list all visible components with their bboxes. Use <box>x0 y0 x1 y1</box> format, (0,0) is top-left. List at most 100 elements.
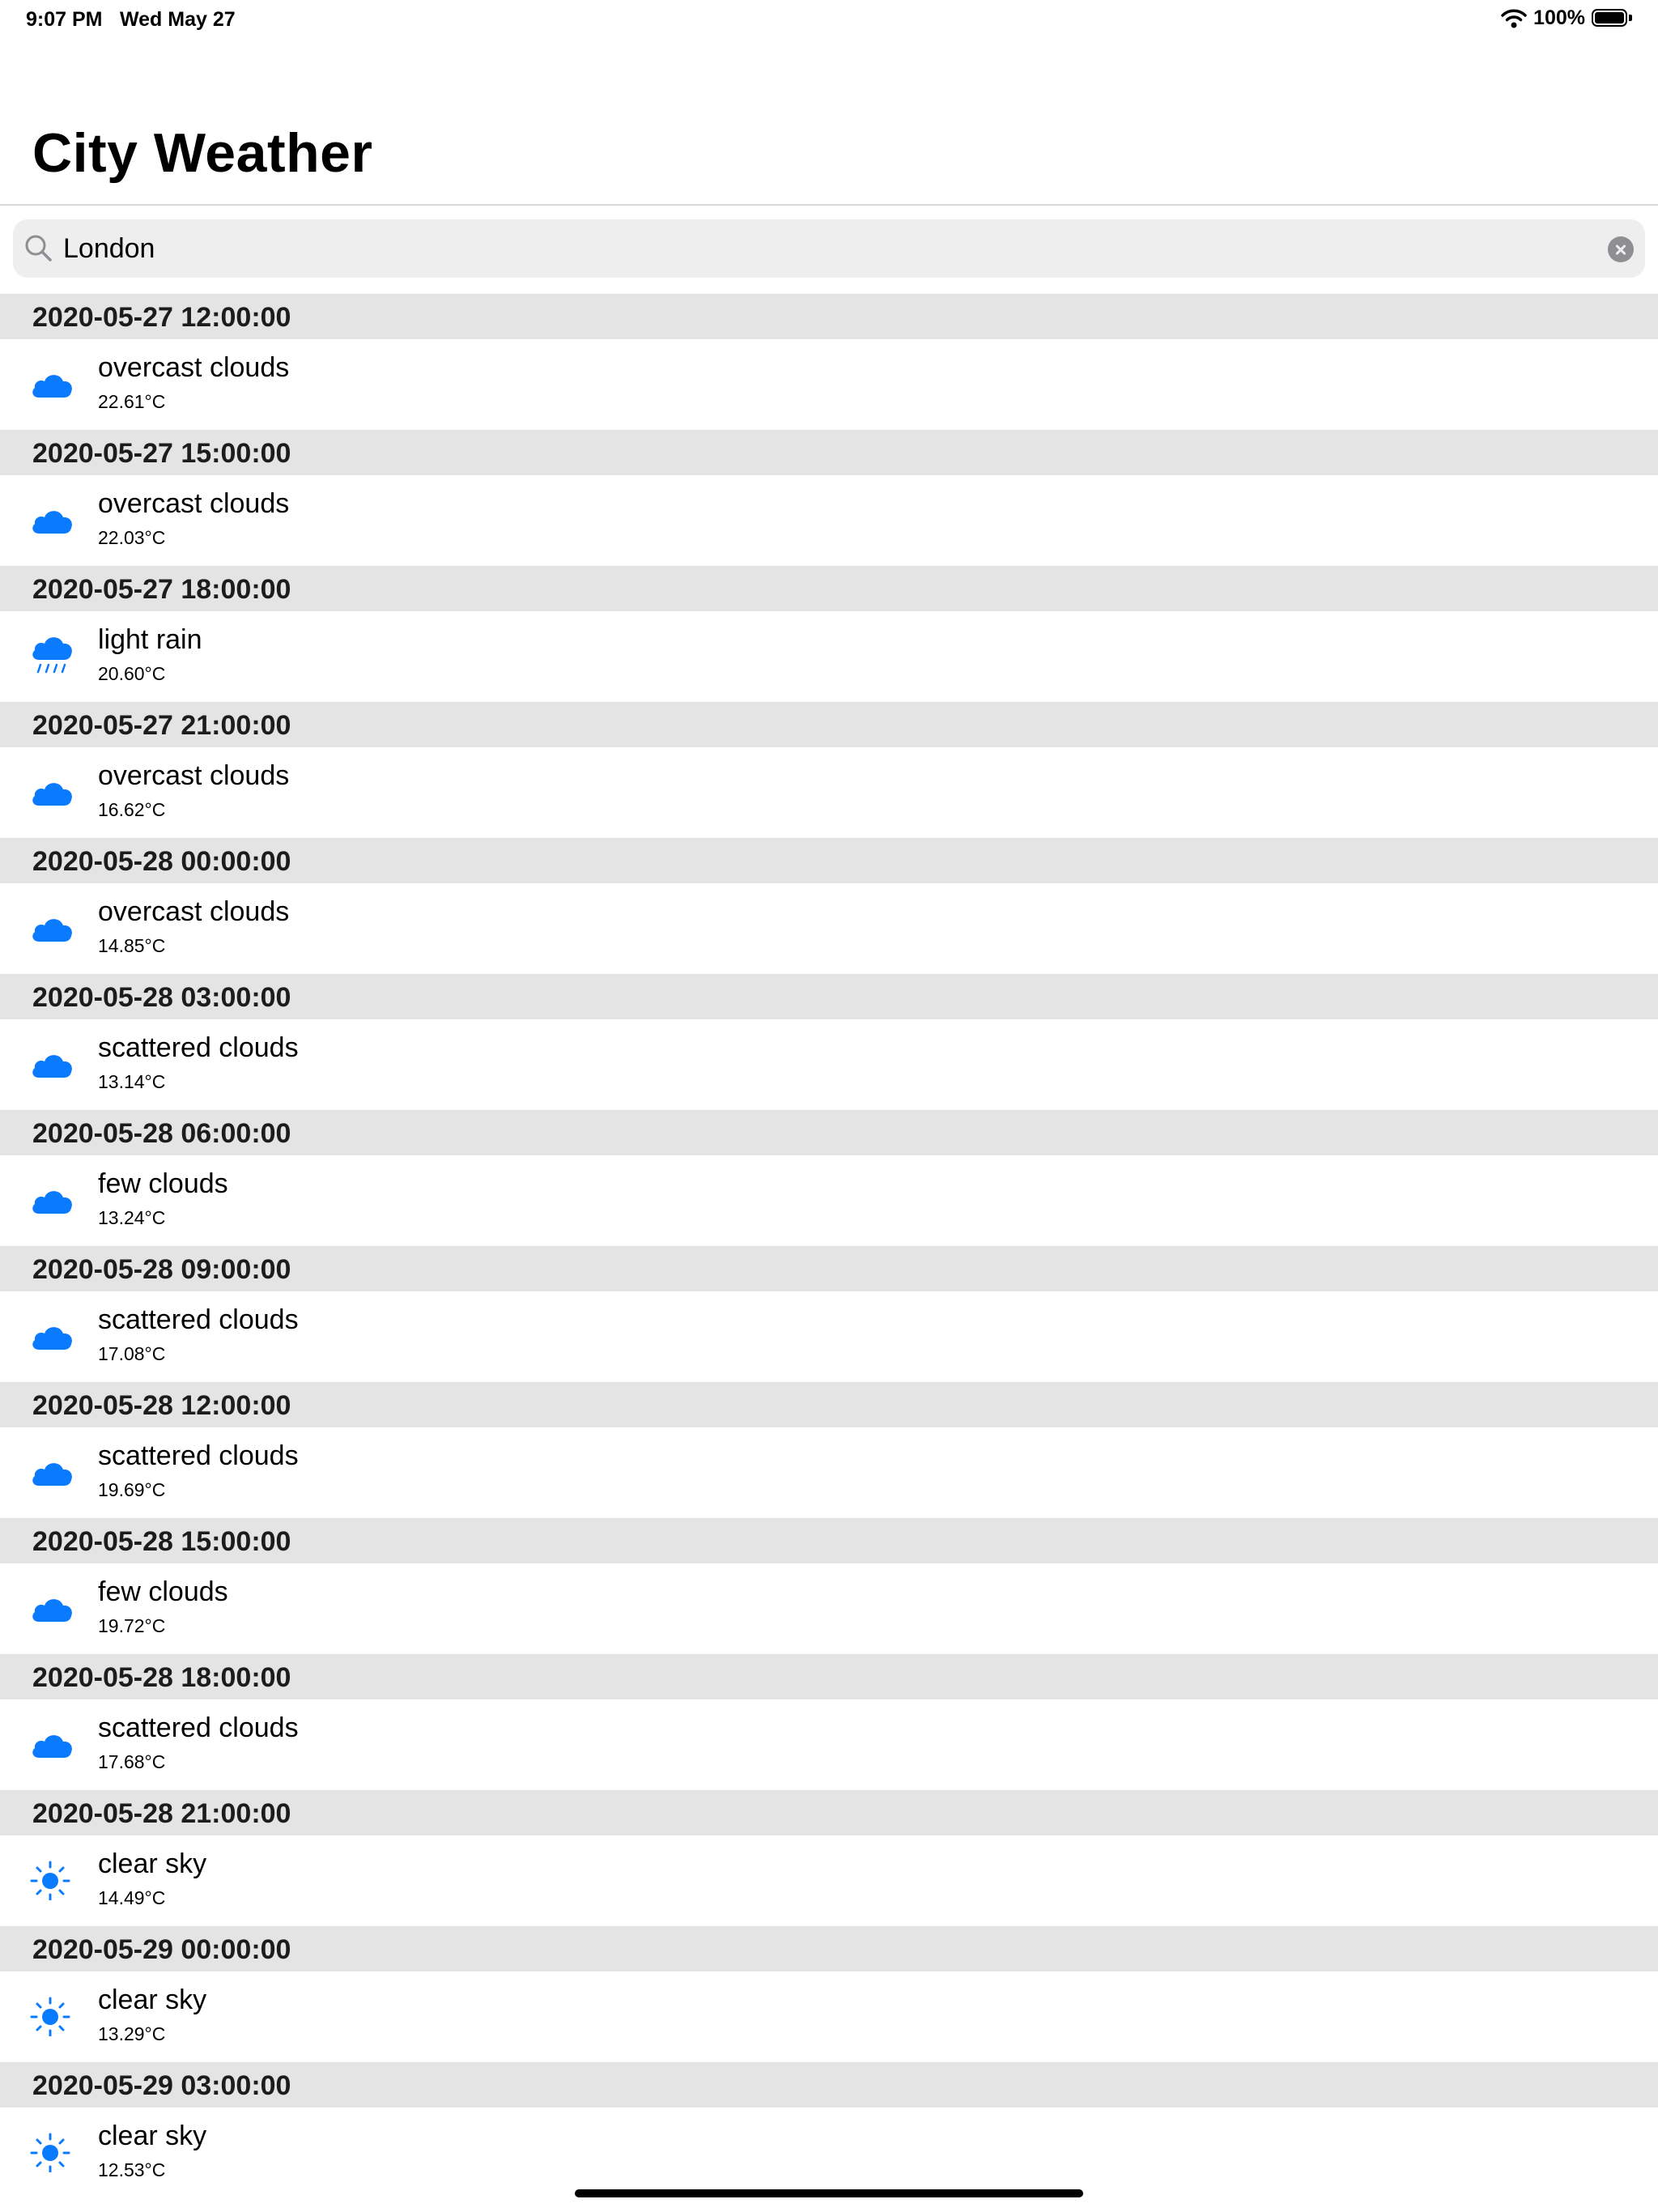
section-header-time: 2020-05-28 21:00:00 <box>32 1798 291 1829</box>
temperature: 12.53°C <box>98 2159 166 2180</box>
forecast-row[interactable]: scattered clouds 19.69°C <box>0 1427 1658 1518</box>
section-header: 2020-05-29 03:00:00 <box>0 2062 1658 2108</box>
weather-description: few clouds <box>98 1168 228 1199</box>
clear-search-icon[interactable] <box>1608 236 1634 262</box>
weather-description: scattered clouds <box>98 1032 299 1063</box>
cloud-icon <box>29 1452 74 1492</box>
forecast-row[interactable]: overcast clouds 16.62°C <box>0 747 1658 838</box>
weather-description: clear sky <box>98 2121 207 2151</box>
weather-description: few clouds <box>98 1576 228 1607</box>
rain-cloud-icon <box>29 636 74 676</box>
section-header-time: 2020-05-28 06:00:00 <box>32 1118 291 1149</box>
section-header-time: 2020-05-28 12:00:00 <box>32 1390 291 1421</box>
section-header-time: 2020-05-29 03:00:00 <box>32 2070 291 2101</box>
temperature: 19.69°C <box>98 1479 166 1500</box>
section-header: 2020-05-28 03:00:00 <box>0 974 1658 1019</box>
app-screen: 9:07 PM Wed May 27 100% City Weather 202… <box>0 0 1658 2212</box>
section-header-time: 2020-05-28 03:00:00 <box>32 982 291 1013</box>
forecast-row[interactable]: scattered clouds 13.14°C <box>0 1019 1658 1110</box>
forecast-row[interactable]: scattered clouds 17.08°C <box>0 1291 1658 1382</box>
section-header-time: 2020-05-28 09:00:00 <box>32 1254 291 1285</box>
status-time: 9:07 PM <box>26 8 103 31</box>
section-header: 2020-05-28 00:00:00 <box>0 838 1658 883</box>
forecast-row[interactable]: clear sky 14.49°C <box>0 1836 1658 1926</box>
weather-description: overcast clouds <box>98 352 290 383</box>
temperature: 13.29°C <box>98 2023 166 2044</box>
weather-description: clear sky <box>98 1984 207 2015</box>
section-header: 2020-05-27 15:00:00 <box>0 430 1658 475</box>
section-header: 2020-05-28 21:00:00 <box>0 1790 1658 1836</box>
forecast-row[interactable]: overcast clouds 22.61°C <box>0 339 1658 430</box>
weather-description: scattered clouds <box>98 1304 299 1335</box>
temperature: 14.85°C <box>98 935 166 956</box>
battery-icon <box>1592 8 1632 28</box>
section-header: 2020-05-28 18:00:00 <box>0 1654 1658 1699</box>
status-bar: 9:07 PM Wed May 27 100% <box>0 0 1658 39</box>
forecast-row[interactable]: overcast clouds 22.03°C <box>0 475 1658 566</box>
weather-description: overcast clouds <box>98 760 290 791</box>
weather-description: scattered clouds <box>98 1712 299 1743</box>
status-date: Wed May 27 <box>120 8 236 31</box>
cloud-icon <box>29 500 74 540</box>
weather-description: overcast clouds <box>98 488 290 519</box>
cloud-icon <box>29 1044 74 1084</box>
section-header-time: 2020-05-29 00:00:00 <box>32 1934 291 1965</box>
section-header: 2020-05-27 18:00:00 <box>0 566 1658 611</box>
section-header-time: 2020-05-28 15:00:00 <box>32 1526 291 1557</box>
cloud-icon <box>29 1588 74 1628</box>
search-icon <box>25 235 52 262</box>
sun-icon <box>29 1996 74 2037</box>
temperature: 19.72°C <box>98 1615 166 1636</box>
page-title: City Weather <box>32 122 373 184</box>
section-header-time: 2020-05-27 12:00:00 <box>32 302 291 333</box>
temperature: 13.24°C <box>98 1207 166 1228</box>
temperature: 20.60°C <box>98 663 166 684</box>
section-header: 2020-05-29 00:00:00 <box>0 1926 1658 1972</box>
section-header: 2020-05-28 12:00:00 <box>0 1382 1658 1427</box>
nav-divider <box>0 204 1658 206</box>
temperature: 17.08°C <box>98 1343 166 1364</box>
section-header-time: 2020-05-28 00:00:00 <box>32 846 291 877</box>
section-header: 2020-05-27 21:00:00 <box>0 702 1658 747</box>
cloud-icon <box>29 1316 74 1356</box>
weather-description: light rain <box>98 624 202 655</box>
temperature: 17.68°C <box>98 1751 166 1772</box>
forecast-row[interactable]: scattered clouds 17.68°C <box>0 1699 1658 1790</box>
section-header: 2020-05-28 15:00:00 <box>0 1518 1658 1563</box>
sun-icon <box>29 1860 74 1901</box>
home-indicator[interactable] <box>575 2189 1083 2197</box>
sun-icon <box>29 2132 74 2173</box>
temperature: 22.03°C <box>98 527 166 548</box>
forecast-row[interactable]: few clouds 19.72°C <box>0 1563 1658 1654</box>
temperature: 14.49°C <box>98 1887 166 1908</box>
forecast-list[interactable]: 2020-05-27 12:00:00 overcast clouds 22.61°… <box>0 294 1658 2198</box>
section-header-time: 2020-05-27 21:00:00 <box>32 710 291 741</box>
section-header: 2020-05-28 06:00:00 <box>0 1110 1658 1155</box>
temperature: 13.14°C <box>98 1071 166 1092</box>
temperature: 22.61°C <box>98 391 166 412</box>
forecast-row[interactable]: clear sky 12.53°C <box>0 2108 1658 2198</box>
cloud-icon <box>29 364 74 404</box>
section-header-time: 2020-05-27 15:00:00 <box>32 438 291 469</box>
forecast-row[interactable]: overcast clouds 14.85°C <box>0 883 1658 974</box>
status-indicators: 100% <box>1501 6 1632 30</box>
cloud-icon <box>29 772 74 812</box>
cloud-icon <box>29 1180 74 1220</box>
forecast-row[interactable]: clear sky 13.29°C <box>0 1972 1658 2062</box>
battery-percent: 100% <box>1533 6 1585 29</box>
section-header-time: 2020-05-28 18:00:00 <box>32 1662 291 1693</box>
weather-description: overcast clouds <box>98 896 290 927</box>
section-header-time: 2020-05-27 18:00:00 <box>32 574 291 605</box>
cloud-icon <box>29 1724 74 1764</box>
cloud-icon <box>29 908 74 948</box>
wifi-icon <box>1501 9 1527 28</box>
search-input[interactable] <box>63 228 1585 270</box>
forecast-row[interactable]: few clouds 13.24°C <box>0 1155 1658 1246</box>
section-header: 2020-05-28 09:00:00 <box>0 1246 1658 1291</box>
search-bar[interactable] <box>13 219 1645 278</box>
temperature: 16.62°C <box>98 799 166 820</box>
weather-description: clear sky <box>98 1848 207 1879</box>
section-header: 2020-05-27 12:00:00 <box>0 294 1658 339</box>
forecast-row[interactable]: light rain 20.60°C <box>0 611 1658 702</box>
weather-description: scattered clouds <box>98 1440 299 1471</box>
